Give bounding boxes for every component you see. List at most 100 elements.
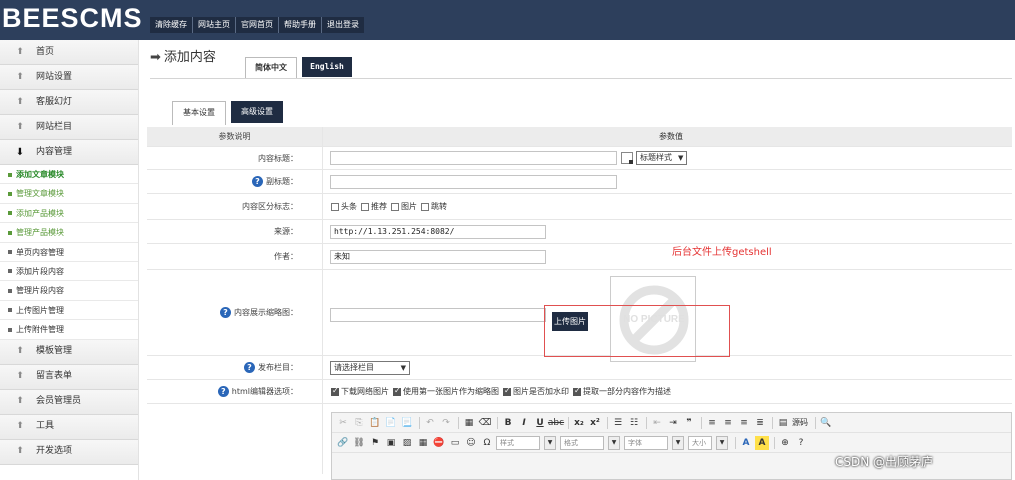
help-icon[interactable]: ? (217, 386, 229, 397)
smiley-icon[interactable]: ☺ (464, 436, 478, 450)
flag-recommend-checkbox[interactable] (361, 202, 369, 211)
sidebar-sub-manage-product[interactable]: 管理产品模块 (0, 223, 138, 243)
no-entry-icon[interactable]: ⛔ (432, 436, 446, 450)
sidebar-item-message-forms[interactable]: ⬆ 留言表单 (0, 364, 138, 390)
copy-icon[interactable]: ⎘ (352, 416, 366, 430)
sidebar-sub-manage-article[interactable]: 管理文章模块 (0, 184, 138, 204)
special-char-icon[interactable]: Ω (480, 436, 494, 450)
first-image-thumb-checkbox[interactable] (393, 386, 401, 396)
category-select[interactable]: 请选择栏目 ▼ (330, 360, 410, 375)
tab-english[interactable]: English (302, 57, 352, 77)
sidebar-sub-add-product[interactable]: 添加产品模块 (0, 204, 138, 224)
paste-icon[interactable]: 📋 (368, 416, 382, 430)
blockquote-icon[interactable]: ❞ (682, 416, 696, 430)
link-icon[interactable]: 🔗 (336, 436, 350, 450)
eraser-icon[interactable]: ⌫ (478, 416, 492, 430)
chevron-down-icon[interactable]: ▼ (716, 435, 728, 450)
sidebar-sub-manage-fragment[interactable]: 管理片段内容 (0, 281, 138, 301)
sidebar-item-site-settings[interactable]: ⬆ 网站设置 (0, 65, 138, 90)
clear-cache-button[interactable]: 清除缓存 (150, 17, 193, 33)
chevron-down-icon[interactable]: ▼ (672, 435, 684, 450)
redo-icon[interactable]: ↷ (439, 416, 453, 430)
outdent-icon[interactable]: ⇤ (650, 416, 664, 430)
undo-icon[interactable]: ↶ (423, 416, 437, 430)
color-picker[interactable] (621, 152, 633, 164)
sidebar-item-site-columns[interactable]: ⬆ 网站栏目 (0, 115, 138, 140)
watermark-checkbox[interactable] (503, 386, 511, 396)
unlink-icon[interactable]: ⛓ (352, 436, 366, 450)
underline-icon[interactable]: U (533, 416, 547, 430)
chevron-down-icon[interactable]: ▼ (544, 435, 556, 450)
sidebar-sub-upload-images[interactable]: 上传图片管理 (0, 301, 138, 321)
down-arrow-icon: ⬇ (15, 146, 25, 158)
help-manual-button[interactable]: 帮助手册 (279, 17, 322, 33)
source-input[interactable]: http://1.13.251.254:8082/ (330, 224, 546, 239)
help-icon[interactable]: ? (220, 307, 231, 318)
up-arrow-icon: ⬆ (16, 71, 24, 82)
help-icon[interactable]: ? (244, 362, 255, 373)
author-input[interactable]: 未知 (330, 249, 546, 264)
official-home-button[interactable]: 官网首页 (236, 17, 279, 33)
sidebar-sub-add-article[interactable]: 添加文章模块 (0, 165, 138, 185)
title-style-select[interactable]: 标题样式 ▼ (636, 151, 688, 165)
flag-headline-checkbox[interactable] (331, 202, 339, 211)
select-all-icon[interactable]: ▦ (462, 416, 476, 430)
sidebar-sub-single-page[interactable]: 单页内容管理 (0, 243, 138, 262)
anchor-icon[interactable]: ⚑ (368, 436, 382, 450)
tab-basic-settings[interactable]: 基本设置 (172, 101, 226, 125)
sidebar-item-home[interactable]: ⬆ 首页 (0, 40, 138, 65)
sidebar-item-members[interactable]: ⬆ 会员管理员 (0, 389, 138, 415)
sidebar-item-tools[interactable]: ⬆ 工具 (0, 414, 138, 440)
thumbnail-input[interactable] (330, 307, 546, 322)
text-color-icon[interactable]: A (739, 436, 753, 450)
sidebar-item-content-management[interactable]: ⬇ 内容管理 (0, 140, 138, 165)
up-arrow-icon: ⬆ (16, 346, 24, 357)
size-combo[interactable]: 大小 (688, 435, 712, 450)
title-input[interactable] (330, 151, 617, 165)
tab-advanced-settings[interactable]: 高级设置 (231, 101, 283, 123)
italic-icon[interactable]: I (517, 416, 531, 430)
subscript-icon[interactable]: x₂ (572, 416, 586, 430)
flag-image-checkbox[interactable] (391, 202, 399, 211)
download-images-checkbox[interactable] (331, 386, 339, 396)
paste-word-icon[interactable]: 📃 (400, 416, 414, 430)
strikethrough-icon[interactable]: abc (548, 416, 564, 430)
help-icon[interactable]: ? (252, 176, 263, 187)
sidebar-item-dev-options[interactable]: ⬆ 开发选项 (0, 439, 138, 465)
source-code-label[interactable]: 源码 (792, 417, 808, 428)
tab-simplified-chinese[interactable]: 简体中文 (245, 57, 297, 78)
indent-icon[interactable]: ⇥ (666, 416, 680, 430)
table-icon[interactable]: ▦ (416, 436, 430, 450)
site-home-button[interactable]: 网站主页 (193, 17, 236, 33)
sidebar-sub-upload-attachments[interactable]: 上传附件管理 (0, 320, 138, 340)
source-code-icon[interactable]: ▤ (776, 416, 790, 430)
sidebar-item-service-slides[interactable]: ⬆ 客服幻灯 (0, 90, 138, 115)
format-combo[interactable]: 格式 (560, 435, 604, 450)
flash-icon[interactable]: ▣ (384, 436, 398, 450)
align-left-icon[interactable]: ≡ (705, 416, 719, 430)
image-icon[interactable]: ▨ (400, 436, 414, 450)
subtitle-input[interactable] (330, 174, 617, 189)
bold-icon[interactable]: B (501, 416, 515, 430)
flag-jump-checkbox[interactable] (421, 202, 429, 211)
preview-icon[interactable]: 🔍 (819, 416, 833, 430)
font-combo[interactable]: 字体 (624, 435, 668, 450)
unordered-list-icon[interactable]: ☷ (627, 416, 641, 430)
maximize-icon[interactable]: ⊕ (778, 436, 792, 450)
paste-text-icon[interactable]: 📄 (384, 416, 398, 430)
ordered-list-icon[interactable]: ☰ (611, 416, 625, 430)
bg-color-icon[interactable]: A (755, 435, 769, 450)
align-center-icon[interactable]: ≡ (721, 416, 735, 430)
style-combo[interactable]: 样式 (496, 435, 540, 450)
iframe-icon[interactable]: ▭ (448, 436, 462, 450)
logout-button[interactable]: 退出登录 (322, 17, 364, 33)
help-icon[interactable]: ? (794, 436, 808, 450)
sidebar-item-templates[interactable]: ⬆ 模板管理 (0, 339, 138, 365)
chevron-down-icon[interactable]: ▼ (608, 435, 620, 450)
superscript-icon[interactable]: x² (588, 416, 602, 430)
cut-icon[interactable]: ✂ (336, 416, 350, 430)
sidebar-sub-add-fragment[interactable]: 添加片段内容 (0, 262, 138, 282)
extract-description-checkbox[interactable] (573, 386, 581, 396)
align-right-icon[interactable]: ≡ (737, 416, 751, 430)
align-justify-icon[interactable]: ≣ (753, 416, 767, 430)
